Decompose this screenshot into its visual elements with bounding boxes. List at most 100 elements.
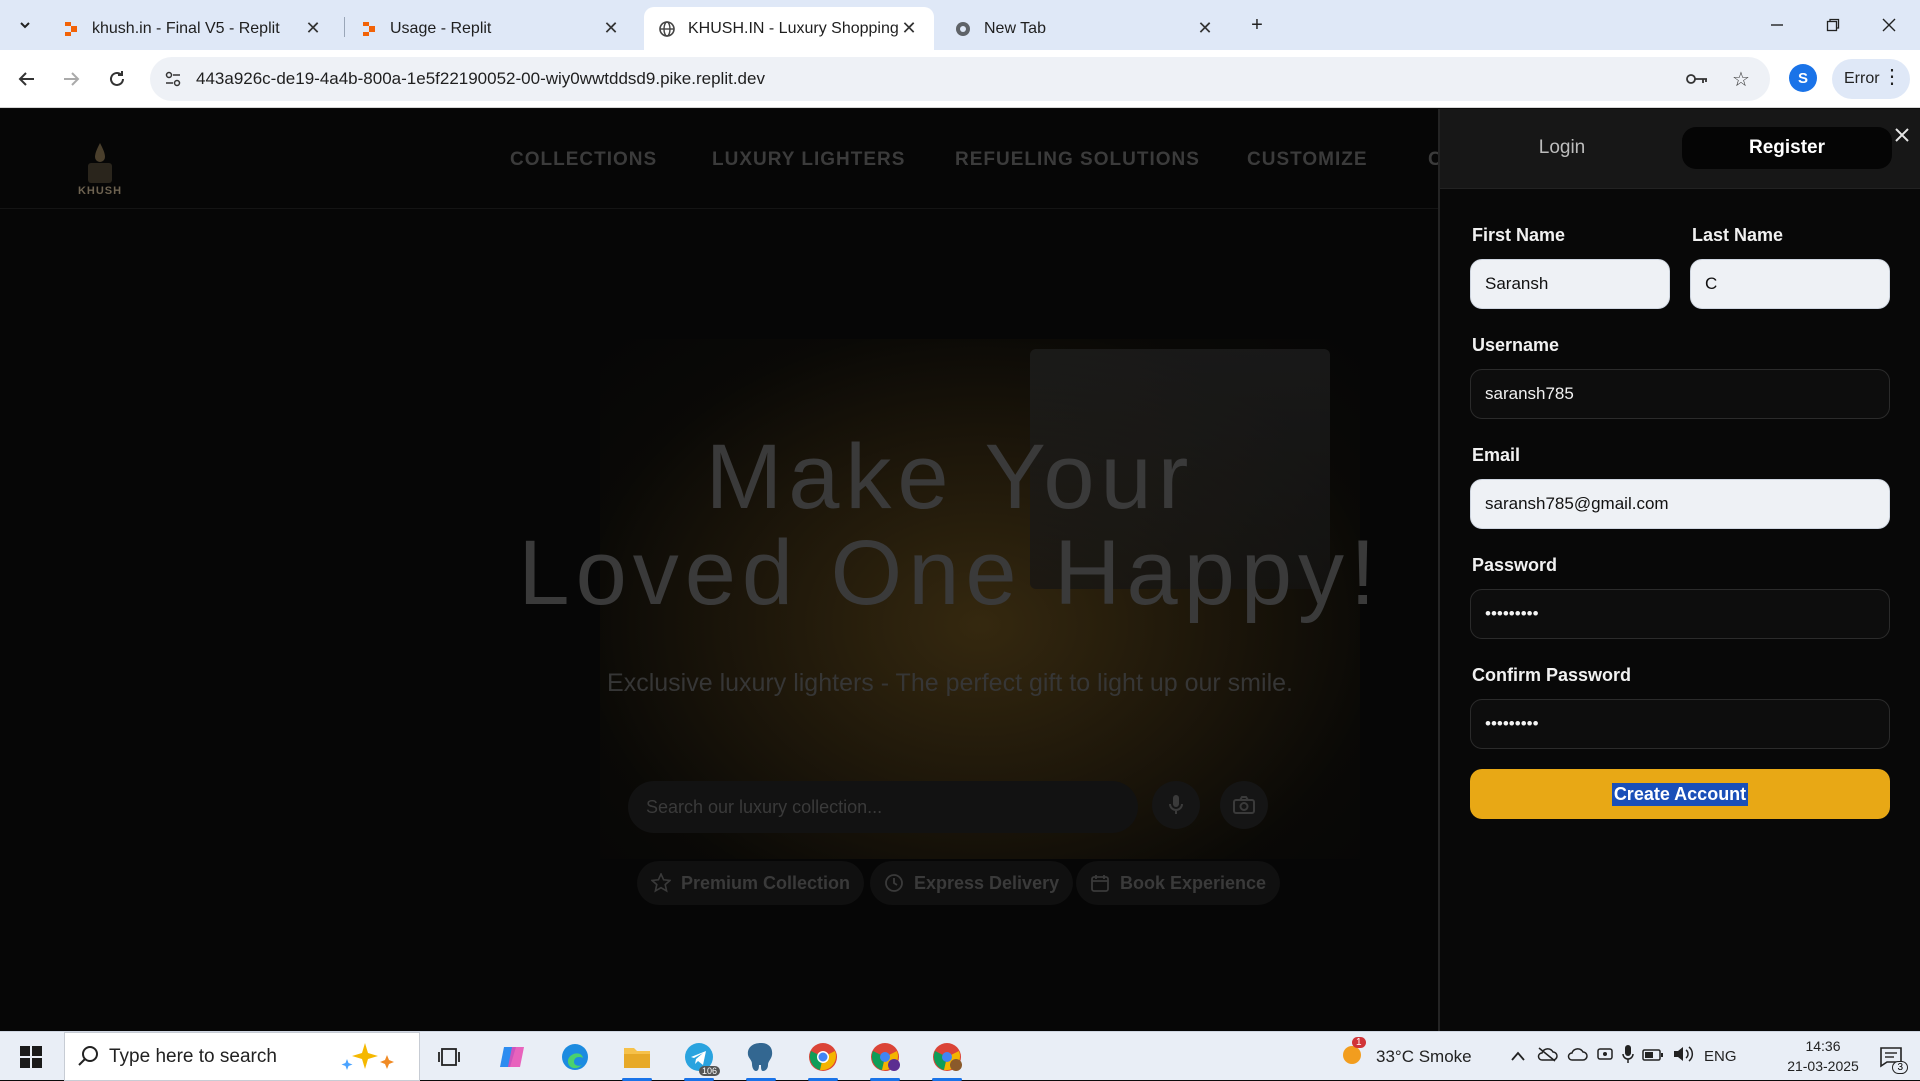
- globe-icon: [658, 20, 676, 38]
- profile-avatar[interactable]: S: [1789, 64, 1817, 92]
- weather-widget[interactable]: 1 33°C Smoke: [1340, 1032, 1472, 1081]
- auth-tab-bar: Login Register: [1440, 109, 1920, 189]
- lighter-flame-icon: [88, 143, 112, 183]
- username-field[interactable]: saransh785: [1470, 369, 1890, 419]
- calendar-icon: [1090, 873, 1110, 893]
- error-menu-button[interactable]: Error ⋮: [1832, 59, 1910, 99]
- auth-side-panel: Login Register First Name Last Name Sara…: [1438, 109, 1920, 1031]
- address-bar[interactable]: 443a926c-de19-4a4b-800a-1e5f22190052-00-…: [150, 57, 1770, 101]
- close-tab-icon[interactable]: ✕: [1194, 18, 1216, 40]
- back-arrow-icon[interactable]: [10, 62, 44, 96]
- forward-arrow-icon[interactable]: [54, 62, 88, 96]
- postgres-elephant-icon[interactable]: [742, 1038, 780, 1081]
- close-tab-icon[interactable]: ✕: [302, 18, 324, 40]
- book-experience-pill[interactable]: Book Experience: [1076, 861, 1281, 905]
- password-key-icon[interactable]: [1680, 62, 1714, 96]
- replit-icon: [360, 20, 378, 38]
- search-icon: [77, 1045, 99, 1073]
- battery-icon[interactable]: [1642, 1047, 1664, 1067]
- password-field[interactable]: •••••••••: [1470, 589, 1890, 639]
- tab-divider: [344, 17, 345, 37]
- file-explorer-icon[interactable]: [618, 1038, 656, 1081]
- telegram-icon[interactable]: 106: [680, 1038, 720, 1081]
- clock-icon: [884, 873, 904, 893]
- close-tab-icon[interactable]: ✕: [898, 18, 920, 40]
- taskbar-clock[interactable]: 14:36 21-03-2025: [1778, 1036, 1868, 1076]
- username-label: Username: [1472, 335, 1560, 355]
- hero-subline: Exclusive luxury lighters - The perfect …: [607, 669, 1293, 697]
- meet-now-icon[interactable]: [1596, 1045, 1614, 1068]
- tab-khush-final[interactable]: khush.in - Final V5 - Replit ✕: [48, 7, 338, 50]
- url-text[interactable]: 443a926c-de19-4a4b-800a-1e5f22190052-00-…: [196, 69, 765, 89]
- page-viewport: KHUSH COLLECTIONS LUXURY LIGHTERS REFUEL…: [0, 109, 1920, 1031]
- chrome-profile-s-icon[interactable]: [928, 1038, 966, 1081]
- nav-luxury-lighters[interactable]: LUXURY LIGHTERS: [712, 149, 905, 171]
- hero-headline-line2: Loved One Happy!: [518, 522, 1382, 624]
- clock-time: 14:36: [1805, 1038, 1841, 1054]
- chrome-profile-k-icon[interactable]: [866, 1038, 904, 1081]
- site-search-input[interactable]: Search our luxury collection...: [628, 781, 1138, 833]
- windows-start-icon[interactable]: [12, 1038, 50, 1076]
- cloud-offline-icon[interactable]: [1536, 1046, 1558, 1067]
- tab-khush-luxury[interactable]: KHUSH.IN - Luxury Shopping E ✕: [644, 7, 934, 50]
- password-label: Password: [1472, 555, 1558, 575]
- kebab-menu-icon: ⋮: [1882, 66, 1902, 88]
- weather-badge: 1: [1352, 1037, 1366, 1048]
- tab-register[interactable]: Register: [1682, 127, 1892, 169]
- onedrive-cloud-icon[interactable]: [1566, 1046, 1588, 1067]
- site-settings-icon[interactable]: [156, 62, 190, 96]
- reload-icon[interactable]: [100, 62, 134, 96]
- confirm-password-field[interactable]: •••••••••: [1470, 699, 1890, 749]
- email-label: Email: [1472, 445, 1521, 465]
- nav-refueling-solutions[interactable]: REFUELING SOLUTIONS: [955, 149, 1200, 171]
- system-tray: ENG: [1510, 1032, 1737, 1081]
- first-name-field[interactable]: Saransh: [1470, 259, 1670, 309]
- close-tab-icon[interactable]: ✕: [600, 18, 622, 40]
- clock-date: 21-03-2025: [1787, 1058, 1859, 1074]
- chrome-app-icon[interactable]: [804, 1038, 842, 1081]
- express-delivery-pill[interactable]: Express Delivery: [870, 861, 1074, 905]
- restore-window-icon[interactable]: [1816, 8, 1850, 42]
- chrome-icon: [954, 20, 972, 38]
- tab-login[interactable]: Login: [1462, 127, 1662, 169]
- star-outline-icon: [651, 873, 671, 893]
- close-panel-icon[interactable]: [1888, 121, 1916, 149]
- email-field[interactable]: saransh785@gmail.com: [1470, 479, 1890, 529]
- replit-icon: [62, 20, 80, 38]
- tab-new-tab[interactable]: New Tab ✕: [940, 7, 1230, 50]
- microphone-icon[interactable]: [1152, 781, 1200, 829]
- hero-headline-line1: Make Your: [705, 426, 1195, 528]
- edge-browser-icon[interactable]: [556, 1038, 594, 1076]
- tab-search-chevron-icon[interactable]: [8, 8, 42, 42]
- windows-taskbar: Type here to search 106 1 33°C Smoke ENG…: [0, 1031, 1920, 1081]
- confirm-password-label: Confirm Password: [1472, 665, 1632, 685]
- language-indicator[interactable]: ENG: [1704, 1048, 1737, 1065]
- site-navigation: KHUSH COLLECTIONS LUXURY LIGHTERS REFUEL…: [0, 109, 1442, 209]
- new-tab-plus-icon[interactable]: +: [1240, 8, 1274, 42]
- camera-icon[interactable]: [1220, 781, 1268, 829]
- close-window-icon[interactable]: [1872, 8, 1906, 42]
- taskbar-search-box[interactable]: Type here to search: [64, 1032, 420, 1081]
- telegram-badge: 106: [698, 1066, 720, 1076]
- site-logo[interactable]: KHUSH: [72, 127, 128, 197]
- volume-icon[interactable]: [1672, 1045, 1694, 1068]
- show-hidden-icons-chevron-icon[interactable]: [1510, 1047, 1526, 1067]
- tab-usage-replit[interactable]: Usage - Replit ✕: [346, 7, 636, 50]
- last-name-label: Last Name: [1692, 225, 1784, 245]
- copilot-app-icon[interactable]: [494, 1038, 532, 1076]
- copilot-sparkle-icon: [335, 1041, 405, 1079]
- first-name-label: First Name: [1472, 225, 1566, 245]
- create-account-button[interactable]: Create Account: [1470, 769, 1890, 819]
- bookmark-star-icon[interactable]: ☆: [1724, 62, 1758, 96]
- notifications-icon[interactable]: 3: [1872, 1038, 1910, 1076]
- notification-count: 3: [1892, 1061, 1908, 1074]
- nav-collections[interactable]: COLLECTIONS: [510, 149, 657, 171]
- microphone-tray-icon[interactable]: [1622, 1044, 1634, 1069]
- last-name-field[interactable]: C: [1690, 259, 1890, 309]
- task-view-icon[interactable]: [430, 1038, 468, 1076]
- nav-customize[interactable]: CUSTOMIZE: [1247, 149, 1368, 171]
- weather-sun-icon: 1: [1340, 1037, 1366, 1072]
- minimize-window-icon[interactable]: [1760, 8, 1794, 42]
- premium-collection-pill[interactable]: Premium Collection: [637, 861, 865, 905]
- browser-toolbar: 443a926c-de19-4a4b-800a-1e5f22190052-00-…: [0, 50, 1920, 108]
